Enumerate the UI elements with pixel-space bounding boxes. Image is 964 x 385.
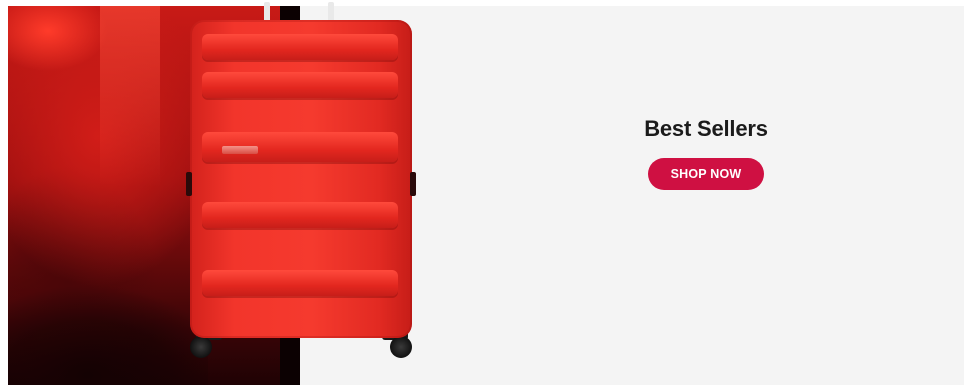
suitcase-ridge — [202, 202, 398, 228]
banner-title: Best Sellers — [644, 116, 768, 141]
suitcase-side-clip-right — [410, 172, 416, 196]
brand-logo-icon — [222, 146, 258, 154]
promo-banner[interactable]: Best Sellers SHOP NOW — [0, 0, 964, 385]
shop-now-button[interactable]: SHOP NOW — [648, 158, 764, 190]
suitcase-ridge — [202, 270, 398, 296]
crowd-silhouette — [8, 235, 208, 385]
banner-content: Best Sellers SHOP NOW — [560, 116, 852, 190]
suitcase-wheel-right — [390, 336, 412, 358]
suitcase-shell — [190, 20, 412, 338]
suitcase-ridge — [202, 34, 398, 60]
suitcase-side-clip-left — [186, 172, 192, 196]
suitcase-product-image[interactable] — [186, 2, 416, 358]
left-border — [0, 0, 8, 385]
suitcase-ridge — [202, 72, 398, 98]
stage-light — [100, 6, 160, 186]
suitcase-wheel-left — [190, 336, 212, 358]
